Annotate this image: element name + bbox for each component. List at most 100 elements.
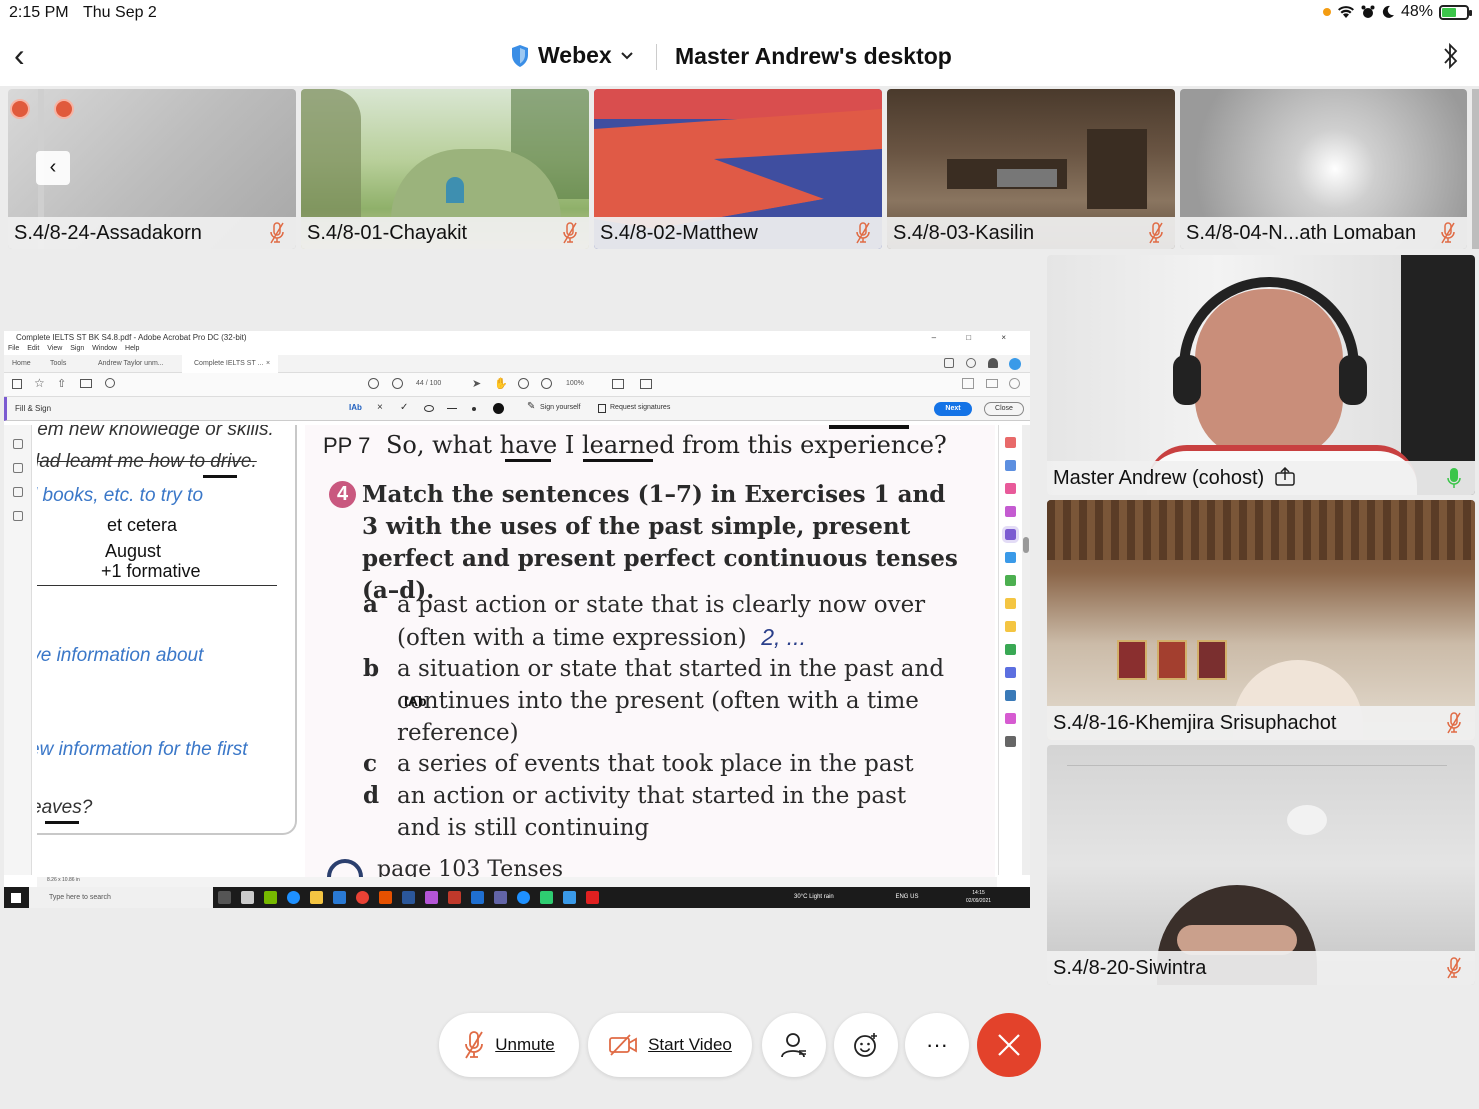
star-icon[interactable]: ☆ xyxy=(34,376,45,390)
close-tab-icon[interactable]: × xyxy=(266,360,270,367)
create-pdf-icon[interactable] xyxy=(1005,460,1016,471)
edge-beta-icon[interactable] xyxy=(517,891,530,904)
close-button[interactable]: Close xyxy=(984,402,1024,416)
help-icon[interactable] xyxy=(966,358,976,368)
print-production-icon[interactable] xyxy=(1005,644,1016,655)
cursor-icon[interactable]: ➤ xyxy=(472,377,481,390)
zoom-level[interactable]: 100% xyxy=(566,380,584,387)
line-icon[interactable] xyxy=(447,408,457,409)
shared-screen[interactable]: Complete IELTS ST BK S4.8.pdf - Adobe Ac… xyxy=(4,331,1030,908)
more-tools-icon[interactable] xyxy=(1005,736,1016,747)
office-icon[interactable] xyxy=(379,891,392,904)
profile-icon[interactable] xyxy=(1009,358,1021,370)
acrobat-icon[interactable] xyxy=(586,891,599,904)
measure-icon[interactable] xyxy=(1005,713,1016,724)
check-mark-icon[interactable]: ✓ xyxy=(400,402,408,413)
teams-icon[interactable] xyxy=(494,891,507,904)
bell-icon[interactable] xyxy=(988,358,998,368)
edge-icon[interactable] xyxy=(287,891,300,904)
language-indicator[interactable]: ENG US xyxy=(895,894,918,900)
comment-tool-icon[interactable] xyxy=(1005,506,1016,517)
webex-app-icon[interactable] xyxy=(471,891,484,904)
participant-tile[interactable]: S.4/8-03-Kasilin xyxy=(887,89,1175,249)
more-options-button[interactable]: ··· xyxy=(905,1013,969,1077)
mail-icon[interactable] xyxy=(986,379,998,388)
tab-document-active[interactable]: Complete IELTS ST ... xyxy=(182,355,278,373)
video-tile[interactable]: S.4/8-16-Khemjira Srisuphachot xyxy=(1047,500,1475,740)
attachment-icon[interactable] xyxy=(12,487,23,497)
cross-mark-icon[interactable]: × xyxy=(377,402,383,413)
export-pdf-icon[interactable] xyxy=(1005,437,1016,448)
page-down-icon[interactable] xyxy=(392,378,403,389)
task-view-icon[interactable] xyxy=(218,891,231,904)
color-picker-icon[interactable] xyxy=(493,403,504,414)
fill-sign-tool-icon[interactable] xyxy=(1002,526,1019,543)
tab-document[interactable]: Andrew Taylor unm... xyxy=(98,360,164,367)
window-controls[interactable]: – □ × xyxy=(932,331,1020,345)
organize-pages-icon[interactable] xyxy=(1005,552,1016,563)
page-indicator[interactable]: 44 / 100 xyxy=(416,380,441,387)
bluetooth-icon[interactable] xyxy=(1443,41,1459,71)
comment-icon[interactable] xyxy=(944,358,954,368)
scan-icon[interactable] xyxy=(1005,575,1016,586)
vertical-scrollbar[interactable] xyxy=(1022,425,1030,875)
print-icon[interactable] xyxy=(80,379,92,388)
participants-button[interactable] xyxy=(762,1013,826,1077)
shield-tool-icon[interactable] xyxy=(1005,667,1016,678)
line-app-icon[interactable] xyxy=(540,891,553,904)
next-button[interactable]: Next xyxy=(934,402,972,416)
acrobat-menu-bar[interactable]: File Edit View Sign Window Help xyxy=(4,345,1030,355)
tab-tools[interactable]: Tools xyxy=(50,360,66,367)
participant-tile[interactable]: S.4/8-02-Matthew xyxy=(594,89,882,249)
search-icon[interactable] xyxy=(105,378,115,388)
weather-text[interactable]: 30°C Light rain xyxy=(794,894,834,900)
participant-tile[interactable]: S.4/8-01-Chayakit xyxy=(301,89,589,249)
taskbar-clock[interactable]: 14:15 02/09/2021 xyxy=(966,889,991,905)
windows-start-icon[interactable] xyxy=(11,893,21,903)
video-tile[interactable]: S.4/8-20-Siwintra xyxy=(1047,745,1475,985)
share-user-icon[interactable] xyxy=(1009,378,1020,389)
pages-icon[interactable] xyxy=(12,439,23,449)
zoom-in-icon[interactable] xyxy=(541,378,552,389)
store-icon[interactable] xyxy=(241,891,254,904)
taskbar-search-input[interactable]: Type here to search xyxy=(29,887,213,908)
ellipse-icon[interactable] xyxy=(424,405,434,412)
strip-scroll-left-button[interactable]: ‹ xyxy=(36,151,70,185)
back-chevron-icon[interactable]: ‹ xyxy=(14,39,25,71)
word-icon[interactable] xyxy=(402,891,415,904)
add-text-icon[interactable]: IAb xyxy=(349,403,362,412)
layers-icon[interactable] xyxy=(12,511,23,521)
reactions-button[interactable] xyxy=(834,1013,898,1077)
pdf-document-view[interactable]: lem new knowledge or skills. lad leamt m… xyxy=(37,425,997,877)
protect-icon[interactable] xyxy=(1005,598,1016,609)
page-layout-icon[interactable] xyxy=(612,379,624,389)
hand-icon[interactable]: ✋ xyxy=(494,377,508,390)
edit-pdf-icon[interactable] xyxy=(1005,483,1016,494)
file-explorer-icon[interactable] xyxy=(310,891,323,904)
zoom-out-icon[interactable] xyxy=(518,378,529,389)
stamp-icon[interactable] xyxy=(1005,621,1016,632)
mail-app-icon[interactable] xyxy=(333,891,346,904)
start-video-button[interactable]: Start Video xyxy=(588,1013,752,1077)
upload-icon[interactable]: ⇧ xyxy=(57,377,66,390)
nvidia-icon[interactable] xyxy=(264,891,277,904)
tab-home[interactable]: Home xyxy=(12,360,31,367)
sign-yourself-button[interactable]: Sign yourself xyxy=(540,404,580,411)
tools-icon[interactable] xyxy=(640,379,652,389)
participant-tile[interactable]: S.4/8-04-N...ath Lomaban xyxy=(1180,89,1467,249)
participant-tile[interactable]: ‹ S.4/8-24-Assadakorn xyxy=(8,89,296,249)
dot-icon[interactable] xyxy=(472,407,476,411)
settings-app-icon[interactable] xyxy=(563,891,576,904)
save-icon[interactable] xyxy=(12,379,22,389)
app-icon[interactable] xyxy=(448,891,461,904)
bookmark-icon[interactable] xyxy=(12,463,23,473)
photos-icon[interactable] xyxy=(425,891,438,904)
sign-icon[interactable] xyxy=(962,378,974,389)
page-up-icon[interactable] xyxy=(368,378,379,389)
chrome-icon[interactable] xyxy=(356,891,369,904)
webex-menu[interactable]: Webex xyxy=(510,42,634,69)
video-tile-host[interactable]: Master Andrew (cohost) xyxy=(1047,255,1475,495)
leave-meeting-button[interactable] xyxy=(977,1013,1041,1077)
compress-icon[interactable] xyxy=(1005,690,1016,701)
unmute-button[interactable]: Unmute xyxy=(439,1013,579,1077)
